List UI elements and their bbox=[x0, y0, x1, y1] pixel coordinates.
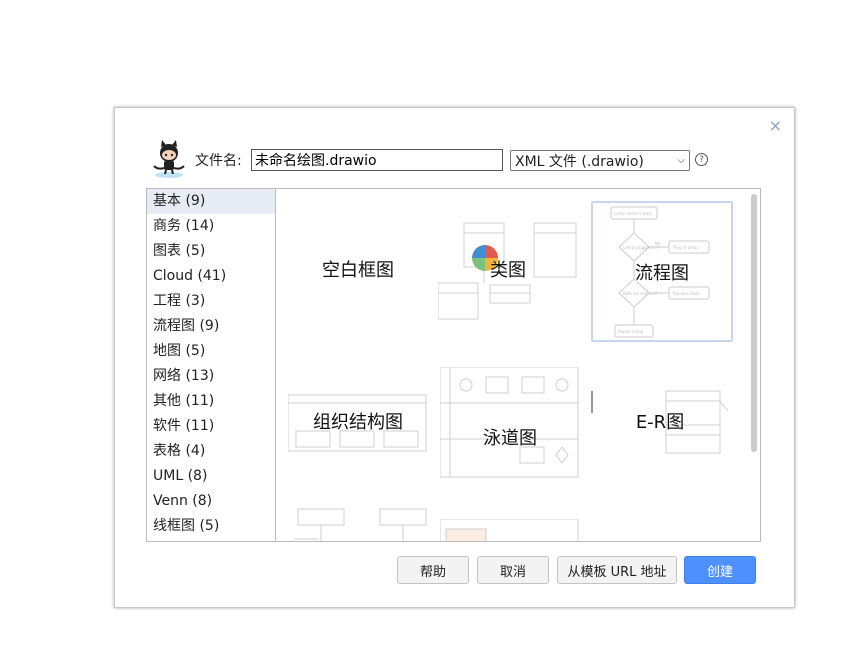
template-org[interactable]: 组织结构图 bbox=[288, 351, 428, 491]
template-er[interactable]: E-R图 bbox=[590, 351, 730, 491]
template-label: 组织结构图 bbox=[313, 412, 403, 433]
template-label: 泳道图 bbox=[483, 428, 537, 449]
help-button[interactable]: 帮助 bbox=[397, 556, 469, 584]
category-item[interactable]: Cloud (41) bbox=[147, 264, 275, 289]
category-item[interactable]: 其他 (11) bbox=[147, 389, 275, 414]
category-item[interactable]: Venn (8) bbox=[147, 489, 275, 514]
filename-input[interactable] bbox=[251, 149, 503, 171]
category-list: 基本 (9) 商务 (14) 图表 (5) Cloud (41) 工程 (3) … bbox=[147, 189, 276, 541]
category-item[interactable]: UML (8) bbox=[147, 464, 275, 489]
format-select-value: XML 文件 (.drawio) bbox=[515, 153, 644, 170]
category-item[interactable]: 流程图 (9) bbox=[147, 314, 275, 339]
template-flowchart[interactable]: Lamp doesn't work Lamp plugged in? Plug … bbox=[591, 201, 733, 342]
template-label: 空白框图 bbox=[322, 260, 394, 281]
category-item[interactable]: 基本 (9) bbox=[147, 189, 275, 214]
octocat-icon bbox=[153, 140, 185, 178]
template-label: 类图 bbox=[490, 260, 526, 281]
cancel-button[interactable]: 取消 bbox=[477, 556, 549, 584]
format-select[interactable]: XML 文件 (.drawio) ⌵ bbox=[510, 150, 690, 171]
category-item[interactable]: 软件 (11) bbox=[147, 414, 275, 439]
template-label: E-R图 bbox=[635, 412, 685, 433]
chevron-down-icon: ⌵ bbox=[677, 155, 685, 166]
help-icon[interactable]: ? bbox=[695, 153, 708, 166]
category-item[interactable]: 商务 (14) bbox=[147, 214, 275, 239]
template-class[interactable]: 类图 bbox=[438, 199, 578, 339]
template-panel: 基本 (9) 商务 (14) 图表 (5) Cloud (41) 工程 (3) … bbox=[146, 188, 761, 542]
create-button[interactable]: 创建 bbox=[684, 556, 756, 584]
template-scrollbar[interactable] bbox=[751, 194, 757, 452]
close-icon[interactable]: × bbox=[769, 116, 782, 135]
from-url-button[interactable]: 从模板 URL 地址 bbox=[557, 556, 677, 584]
template-blank[interactable]: 空白框图 bbox=[288, 199, 428, 339]
filename-label: 文件名: bbox=[195, 153, 242, 169]
category-item[interactable]: 图表 (5) bbox=[147, 239, 275, 264]
template-grid: 空白框图 类图 Lamp doesn't work Lamp plugged i… bbox=[276, 189, 760, 541]
category-item[interactable]: 工程 (3) bbox=[147, 289, 275, 314]
category-item[interactable]: 表格 (4) bbox=[147, 439, 275, 464]
template-cloud[interactable] bbox=[440, 519, 580, 541]
cloud-thumbnail bbox=[440, 519, 579, 541]
category-item[interactable]: 网络 (13) bbox=[147, 364, 275, 389]
new-diagram-dialog: × 文件名: XML 文件 (.drawio) ⌵ ? 基本 (9) 商务 (1… bbox=[114, 107, 795, 608]
template-swimlane[interactable]: 泳道图 bbox=[440, 367, 580, 507]
category-item[interactable]: 地图 (5) bbox=[147, 339, 275, 364]
template-label: 流程图 bbox=[635, 262, 689, 284]
category-item[interactable]: 线框图 (5) bbox=[147, 514, 275, 539]
template-uml-sequence[interactable] bbox=[288, 501, 428, 541]
sequence-thumbnail bbox=[294, 508, 427, 541]
